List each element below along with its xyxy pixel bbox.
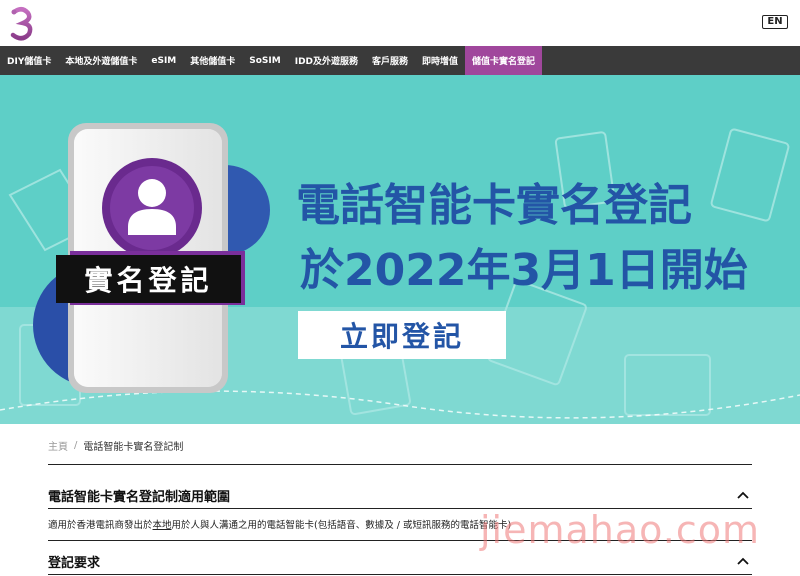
nav-item-instant-topup[interactable]: 即時增值 xyxy=(415,46,465,75)
register-now-label[interactable]: 立即登記 xyxy=(298,311,506,359)
nav-item-customer-service[interactable]: 客戶服務 xyxy=(365,46,415,75)
language-toggle-button[interactable]: EN xyxy=(762,15,788,29)
person-avatar-icon xyxy=(102,158,202,258)
section-body-scope: 適用於香港電訊商發出於本地用於人與人溝通之用的電話智能卡(包括語音、數據及 / … xyxy=(48,517,511,531)
three-logo-icon[interactable] xyxy=(8,5,36,41)
nav-item-esim[interactable]: eSIM xyxy=(144,46,183,75)
breadcrumb-current: 電話智能卡實名登記制 xyxy=(83,442,184,453)
breadcrumb: 主頁 / 電話智能卡實名登記制 xyxy=(48,438,183,453)
headline-line-2: 於2022年3月1日開始 xyxy=(300,245,748,296)
breadcrumb-separator: / xyxy=(74,440,78,451)
nav-item-other-prepaid[interactable]: 其他儲值卡 xyxy=(183,46,242,75)
hero-banner[interactable]: 電話智能卡實名登記 於2022年3月1日開始 實名登記 立即登記 xyxy=(0,75,800,424)
watermark-text: jiemahao.com xyxy=(480,508,760,552)
badge-text: 實名登記 xyxy=(84,264,213,297)
top-bar: EN xyxy=(0,0,800,46)
body-text-local-link[interactable]: 本地 xyxy=(153,520,172,531)
chevron-up-icon[interactable] xyxy=(736,490,750,500)
divider xyxy=(48,574,752,575)
body-text-suffix: 用於人與人溝通之用的電話智能卡(包括語音、數據及 / 或短訊服務的電話智能卡) xyxy=(171,520,512,531)
nav-item-real-name-registration[interactable]: 儲值卡實名登記 xyxy=(465,46,543,75)
breadcrumb-home-link[interactable]: 主頁 xyxy=(48,438,68,453)
nav-item-diy-prepaid[interactable]: DIY儲值卡 xyxy=(0,46,58,75)
chevron-up-icon[interactable] xyxy=(736,556,750,566)
headline-line-1: 電話智能卡實名登記 xyxy=(296,180,692,231)
main-nav: DIY儲值卡 本地及外遊儲值卡 eSIM 其他儲值卡 SoSIM IDD及外遊服… xyxy=(0,46,800,75)
body-text-prefix: 適用於香港電訊商發出於 xyxy=(48,520,153,531)
nav-item-idd-roaming[interactable]: IDD及外遊服務 xyxy=(288,46,365,75)
section-title-requirements[interactable]: 登記要求 xyxy=(48,552,100,571)
nav-item-local-travel-prepaid[interactable]: 本地及外遊儲值卡 xyxy=(58,46,144,75)
nav-item-sosim[interactable]: SoSIM xyxy=(242,46,287,75)
divider xyxy=(48,464,752,465)
section-title-scope[interactable]: 電話智能卡實名登記制適用範圍 xyxy=(48,486,230,505)
